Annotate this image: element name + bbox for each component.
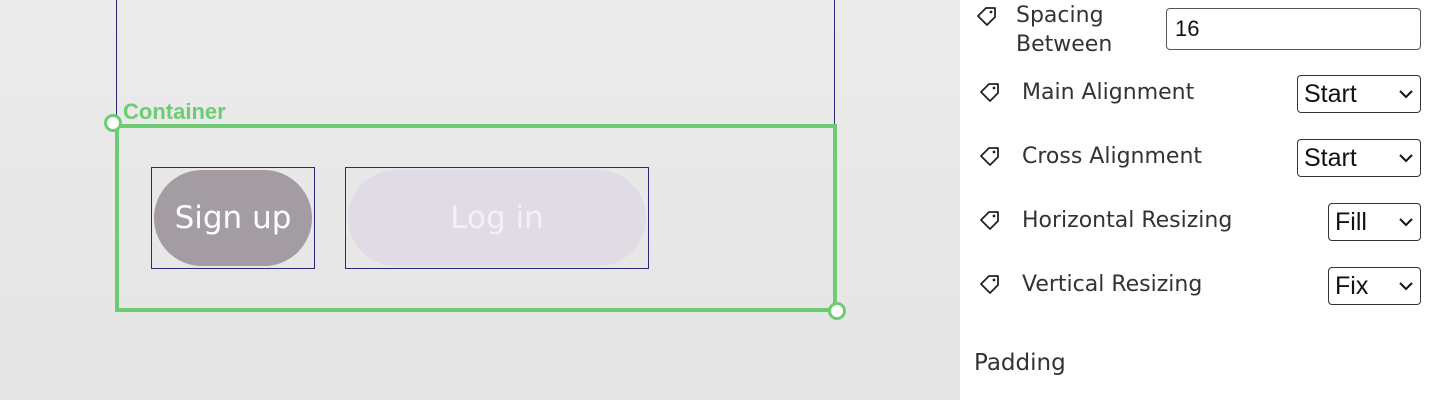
main-alignment-select[interactable]: Start xyxy=(1297,75,1421,113)
design-canvas[interactable]: Container Sign up Log in xyxy=(0,0,960,400)
cross-alignment-label: Cross Alignment xyxy=(1022,144,1203,169)
vertical-resizing-value: Fix xyxy=(1335,271,1369,300)
spacing-between-label-line1: Spacing xyxy=(1016,3,1104,28)
spacing-between-label-line2: Between xyxy=(1016,32,1113,57)
signup-button[interactable]: Sign up xyxy=(154,170,312,266)
main-alignment-value: Start xyxy=(1304,79,1357,108)
signup-button-frame[interactable]: Sign up xyxy=(151,167,315,269)
chevron-down-icon xyxy=(1399,90,1413,99)
chevron-down-icon xyxy=(1399,154,1413,163)
chevron-down-icon xyxy=(1399,282,1413,291)
properties-panel xyxy=(960,0,1442,400)
horizontal-resizing-value: Fill xyxy=(1335,207,1367,236)
tag-icon xyxy=(980,83,999,102)
resize-handle-top-left[interactable] xyxy=(104,114,122,132)
tag-icon xyxy=(980,147,999,166)
vertical-resizing-select[interactable]: Fix xyxy=(1328,267,1421,305)
padding-section-title: Padding xyxy=(974,350,1066,376)
chevron-down-icon xyxy=(1399,218,1413,227)
cross-alignment-select[interactable]: Start xyxy=(1297,139,1421,177)
tag-icon xyxy=(980,275,999,294)
spacing-between-input[interactable] xyxy=(1166,8,1421,50)
horizontal-resizing-select[interactable]: Fill xyxy=(1328,203,1421,241)
login-button[interactable]: Log in xyxy=(348,170,646,266)
main-alignment-label: Main Alignment xyxy=(1022,80,1195,105)
cross-alignment-value: Start xyxy=(1304,143,1357,172)
vertical-resizing-label: Vertical Resizing xyxy=(1022,272,1203,297)
horizontal-resizing-label: Horizontal Resizing xyxy=(1022,208,1233,233)
tag-icon xyxy=(980,211,999,230)
login-button-frame[interactable]: Log in xyxy=(345,167,649,269)
tag-icon xyxy=(977,7,996,26)
container-label: Container xyxy=(123,99,226,124)
resize-handle-bottom-right[interactable] xyxy=(828,302,846,320)
